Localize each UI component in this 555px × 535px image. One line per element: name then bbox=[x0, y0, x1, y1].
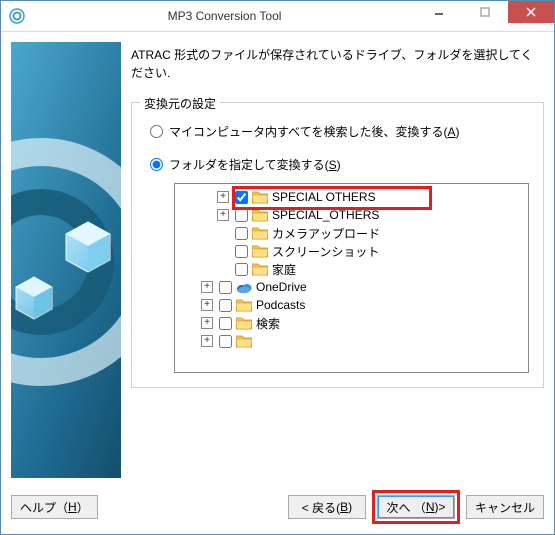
maximize-button[interactable] bbox=[462, 1, 508, 23]
titlebar: MP3 Conversion Tool bbox=[1, 1, 554, 32]
next-button[interactable]: 次へ （N)> bbox=[377, 495, 455, 519]
content-area: ATRAC 形式のファイルが保存されているドライブ、フォルダを選択してください.… bbox=[1, 32, 554, 484]
tree-item-label: SPECIAL_OTHERS bbox=[272, 208, 379, 222]
folder-icon bbox=[236, 334, 252, 348]
tree-item-label: SPECIAL OTHERS bbox=[272, 190, 376, 204]
tree-checkbox[interactable] bbox=[235, 263, 248, 276]
folder-icon bbox=[252, 244, 268, 258]
fieldset-legend: 変換元の設定 bbox=[140, 95, 220, 112]
expand-icon[interactable]: + bbox=[217, 191, 229, 203]
radio-search-all-input[interactable] bbox=[150, 125, 163, 138]
tree-item[interactable]: + 検索 bbox=[177, 314, 526, 332]
tree-item-label: カメラアップロード bbox=[272, 225, 380, 242]
tree-item-label: Podcasts bbox=[256, 298, 305, 312]
back-button[interactable]: < 戻る(B) bbox=[288, 495, 366, 519]
folder-icon bbox=[252, 262, 268, 276]
tree-item[interactable]: + SPECIAL OTHERS bbox=[177, 188, 526, 206]
radio-select-folder[interactable]: フォルダを指定して変換する(S) bbox=[150, 156, 529, 173]
tree-item-label: 検索 bbox=[256, 315, 280, 332]
folder-icon bbox=[252, 208, 268, 222]
expand-icon[interactable]: + bbox=[201, 281, 213, 293]
expand-icon[interactable]: + bbox=[201, 299, 213, 311]
main-panel: ATRAC 形式のファイルが保存されているドライブ、フォルダを選択してください.… bbox=[131, 42, 544, 478]
tree-item-label: OneDrive bbox=[256, 280, 307, 294]
tree-item-label: 家庭 bbox=[272, 261, 296, 278]
tree-item[interactable]: + Podcasts bbox=[177, 296, 526, 314]
folder-tree[interactable]: + SPECIAL OTHERS + SPECIAL_OTHERS カメラアップロードス… bbox=[174, 183, 529, 373]
app-icon bbox=[9, 8, 25, 24]
minimize-button[interactable] bbox=[416, 1, 462, 23]
folder-icon bbox=[236, 316, 252, 330]
folder-icon bbox=[236, 298, 252, 312]
tree-checkbox[interactable] bbox=[219, 335, 232, 348]
window: MP3 Conversion Tool bbox=[0, 0, 555, 535]
radio-search-all-label: マイコンピュータ内すべてを検索した後、変換する(A) bbox=[169, 123, 459, 140]
expander-spacer bbox=[217, 245, 229, 257]
radio-select-folder-input[interactable] bbox=[150, 158, 163, 171]
window-controls bbox=[416, 1, 554, 31]
expand-icon[interactable]: + bbox=[217, 209, 229, 221]
expander-spacer bbox=[217, 263, 229, 275]
tree-item[interactable]: スクリーンショット bbox=[177, 242, 526, 260]
onedrive-icon bbox=[236, 280, 252, 294]
close-button[interactable] bbox=[508, 1, 554, 23]
window-title: MP3 Conversion Tool bbox=[33, 9, 416, 23]
folder-icon bbox=[252, 190, 268, 204]
sidebar-image bbox=[11, 42, 121, 478]
footer: ヘルプ（H） < 戻る(B) 次へ （N)> キャンセル bbox=[1, 484, 554, 534]
next-button-highlight: 次へ （N)> bbox=[372, 490, 460, 524]
tree-item[interactable]: + SPECIAL_OTHERS bbox=[177, 206, 526, 224]
source-fieldset: 変換元の設定 マイコンピュータ内すべてを検索した後、変換する(A) フォルダを指… bbox=[131, 102, 544, 388]
tree-item[interactable]: カメラアップロード bbox=[177, 224, 526, 242]
tree-item-label: スクリーンショット bbox=[272, 243, 379, 260]
tree-checkbox[interactable] bbox=[235, 245, 248, 258]
cancel-button[interactable]: キャンセル bbox=[466, 495, 544, 519]
radio-select-folder-label: フォルダを指定して変換する(S) bbox=[169, 156, 341, 173]
tree-checkbox[interactable] bbox=[235, 227, 248, 240]
tree-item[interactable]: 家庭 bbox=[177, 260, 526, 278]
expand-icon[interactable]: + bbox=[201, 335, 213, 347]
tree-checkbox[interactable] bbox=[219, 281, 232, 294]
radio-search-all[interactable]: マイコンピュータ内すべてを検索した後、変換する(A) bbox=[150, 123, 529, 140]
tree-checkbox[interactable] bbox=[219, 317, 232, 330]
instruction-text: ATRAC 形式のファイルが保存されているドライブ、フォルダを選択してください. bbox=[131, 46, 544, 82]
tree-item[interactable]: + bbox=[177, 332, 526, 350]
tree-item[interactable]: + OneDrive bbox=[177, 278, 526, 296]
tree-checkbox[interactable] bbox=[235, 209, 248, 222]
expand-icon[interactable]: + bbox=[201, 317, 213, 329]
expander-spacer bbox=[217, 227, 229, 239]
tree-checkbox[interactable] bbox=[235, 191, 248, 204]
help-button[interactable]: ヘルプ（H） bbox=[11, 495, 98, 519]
folder-icon bbox=[252, 226, 268, 240]
tree-checkbox[interactable] bbox=[219, 299, 232, 312]
